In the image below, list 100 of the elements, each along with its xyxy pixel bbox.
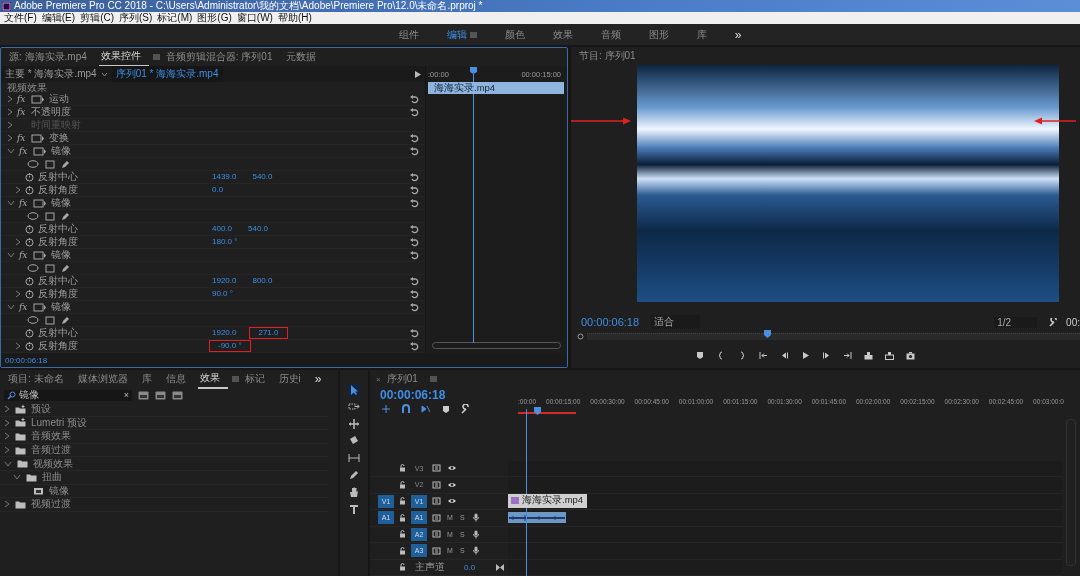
tree-item[interactable]: 视频效果 (33, 456, 73, 471)
camera-icon[interactable] (906, 351, 915, 360)
chevron-icon[interactable] (7, 95, 13, 103)
settings-icon[interactable] (1049, 317, 1059, 327)
stopwatch-icon[interactable] (25, 341, 34, 351)
master-volume[interactable]: 0.0 (464, 562, 476, 572)
workspace-tab[interactable]: 效果 (538, 27, 587, 42)
chevron-icon[interactable] (7, 304, 15, 310)
track-select-icon[interactable] (348, 401, 360, 413)
chevron-icon[interactable] (7, 252, 15, 258)
selection-tool-icon[interactable] (348, 384, 360, 396)
lock-icon[interactable] (399, 546, 406, 555)
sync-lock-icon[interactable] (432, 480, 442, 489)
ellipse-mask-icon[interactable] (27, 160, 39, 168)
close-button[interactable]: × (376, 374, 381, 384)
hand-icon[interactable] (348, 486, 360, 498)
overwrite-icon[interactable] (885, 351, 894, 360)
accelerated-effects-icon[interactable] (138, 390, 149, 400)
panel-tab[interactable]: 节目: 序列01 (577, 47, 644, 65)
lock-icon[interactable] (399, 480, 406, 489)
menu-item[interactable]: 文件(F) (4, 12, 37, 24)
tree-item[interactable]: Lumetri 预设 (31, 415, 88, 430)
lock-icon[interactable] (399, 530, 406, 539)
stopwatch-icon[interactable] (25, 185, 34, 195)
microphone-icon[interactable] (473, 513, 479, 523)
zoom-dropdown[interactable]: 适合 (651, 315, 701, 329)
parameter-value[interactable]: 1439.0 (209, 172, 240, 182)
search-field[interactable]: 镜像 × (4, 389, 132, 401)
stopwatch-icon[interactable] (25, 172, 34, 182)
menu-item[interactable]: 剪辑(C) (80, 12, 114, 24)
panel-tab[interactable]: 历史i (276, 370, 309, 388)
razor-icon[interactable] (348, 435, 360, 447)
settings-icon[interactable] (460, 404, 472, 414)
chevron-icon[interactable] (7, 121, 13, 129)
parameter-value[interactable]: 800.0 (249, 276, 276, 286)
panel-tab[interactable]: 库 (139, 370, 160, 388)
parameter-value[interactable]: 90.0 ° (209, 289, 236, 299)
panel-tab[interactable]: 标记 (242, 370, 273, 388)
panel-tab[interactable]: 元数据 (284, 48, 325, 66)
marker-icon[interactable] (440, 404, 452, 414)
zoom-handle-icon[interactable] (577, 332, 584, 340)
chevron-icon[interactable] (15, 238, 21, 246)
pen-icon[interactable] (61, 263, 70, 273)
sync-lock-icon[interactable] (432, 546, 442, 555)
tree-item[interactable]: 扭曲 (42, 470, 62, 485)
chevron-icon[interactable] (7, 134, 13, 142)
sync-lock-icon[interactable] (432, 530, 442, 539)
panel-tab[interactable]: 媒体浏览器 (75, 370, 136, 388)
parameter-value[interactable]: -90.0 ° (209, 340, 251, 352)
lock-icon[interactable] (399, 464, 406, 473)
overflow-button[interactable]: » (720, 27, 756, 42)
tree-item[interactable]: 音频过渡 (31, 443, 71, 458)
chevron-icon[interactable] (7, 108, 13, 116)
rectangle-mask-icon[interactable] (45, 263, 55, 273)
tree-item[interactable]: 视频过渡 (31, 497, 71, 512)
32-bit-effects-icon[interactable] (155, 390, 166, 400)
tree-item[interactable]: 预设 (31, 402, 51, 417)
pen-icon[interactable] (348, 469, 360, 481)
pen-icon[interactable] (61, 211, 70, 221)
audio-clip[interactable] (508, 512, 566, 523)
step-forward-icon[interactable] (822, 351, 831, 360)
scrub-track[interactable] (587, 332, 1080, 340)
parameter-value[interactable]: 0.0 (209, 185, 227, 195)
panel-tab[interactable]: 序列01 (384, 370, 426, 388)
playhead-icon[interactable] (470, 67, 477, 74)
workspace-tab[interactable]: 库 (682, 27, 721, 42)
eye-icon[interactable] (447, 497, 457, 506)
menu-item[interactable]: 帮助(H) (277, 12, 312, 24)
ripple-edit-icon[interactable] (348, 418, 360, 430)
ellipse-mask-icon[interactable] (27, 212, 39, 220)
type-tool-icon[interactable] (348, 503, 360, 515)
play-triangle-icon[interactable] (415, 70, 421, 78)
menu-item[interactable]: 编辑(E) (41, 12, 76, 24)
parameter-value[interactable]: 1920.0 (209, 276, 240, 286)
sync-lock-icon[interactable] (432, 513, 442, 522)
chevron-icon[interactable] (4, 500, 10, 509)
linked-selection-icon[interactable] (420, 404, 432, 414)
pen-icon[interactable] (61, 315, 70, 325)
chevron-icon[interactable] (7, 200, 15, 206)
chevron-icon[interactable] (15, 186, 21, 194)
overflow-button[interactable]: » (312, 370, 330, 388)
playhead-icon[interactable] (534, 407, 541, 415)
go-to-in-icon[interactable] (759, 351, 768, 360)
chevron-icon[interactable] (7, 148, 15, 154)
tree-item[interactable]: 镜像 (49, 483, 69, 498)
parameter-value[interactable]: 540.0 (249, 172, 276, 182)
mark-out-icon[interactable] (738, 351, 747, 360)
menu-item[interactable]: 窗口(W) (236, 12, 273, 24)
dropdown-caret-icon[interactable] (100, 71, 108, 77)
parameter-value[interactable]: 1920.0 (209, 328, 240, 338)
panel-tab[interactable]: 音频剪辑混合器: 序列01 (163, 48, 281, 66)
eye-icon[interactable] (447, 480, 457, 489)
playhead-icon[interactable] (764, 329, 772, 338)
menu-item[interactable]: 标记(M) (157, 12, 193, 24)
parameter-value[interactable]: 540.0 (245, 224, 272, 234)
nest-icon[interactable] (380, 404, 392, 414)
panel-tab[interactable]: 信息 (163, 370, 194, 388)
stopwatch-icon[interactable] (25, 237, 34, 247)
rectangle-mask-icon[interactable] (45, 211, 55, 221)
stopwatch-icon[interactable] (25, 328, 34, 338)
